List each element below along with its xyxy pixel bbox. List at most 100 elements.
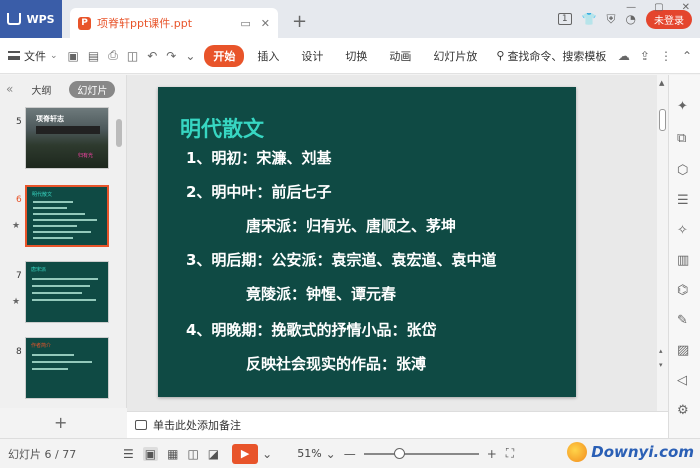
thumb-number: 8: [16, 347, 22, 357]
sound-icon[interactable]: ◁: [677, 373, 687, 388]
tool-icon[interactable]: ⚙: [677, 403, 689, 418]
slide-line[interactable]: 唐宋派：归有光、唐顺之、茅坤: [246, 215, 456, 236]
list-view-icon[interactable]: ☰: [123, 447, 134, 461]
monitor-icon[interactable]: ▭: [240, 17, 250, 30]
magic-icon[interactable]: ✎: [677, 313, 688, 328]
play-options-icon[interactable]: ⌄: [262, 447, 272, 461]
image-icon[interactable]: ▨: [677, 343, 689, 358]
watermark-logo-icon: [567, 442, 588, 462]
tab-home[interactable]: 开始: [204, 44, 245, 67]
thumb-text-line: [32, 368, 68, 370]
thumb-text-line: [33, 231, 91, 233]
more-icon[interactable]: ⋮: [660, 49, 672, 63]
thumb-text-line: [33, 225, 77, 227]
fit-window-icon[interactable]: ⛶: [506, 446, 514, 461]
network-icon[interactable]: ⌬: [677, 283, 688, 298]
reading-view-icon[interactable]: ◫: [187, 447, 198, 461]
slide-thumbnail-selected[interactable]: 6 ★ 明代散文: [0, 185, 116, 253]
close-window-icon[interactable]: ✕: [682, 2, 690, 13]
star-icon: ★: [12, 297, 21, 307]
slide-line[interactable]: 竟陵派：钟惺、谭元春: [246, 283, 396, 304]
redo-icon[interactable]: ↷: [166, 49, 176, 63]
wps-home-tab[interactable]: WPS: [0, 0, 62, 38]
tab-design[interactable]: 设计: [292, 45, 332, 67]
slide-line[interactable]: 2、明中叶：前后七子: [186, 181, 331, 202]
maximize-icon[interactable]: ▢: [654, 2, 663, 13]
tab-insert[interactable]: 插入: [248, 45, 288, 67]
watermark: Downyi.com: [567, 442, 694, 462]
slide-line[interactable]: 1、明初：宋濂、刘基: [186, 147, 331, 168]
zoom-slider[interactable]: [363, 447, 479, 459]
tab-animation[interactable]: 动画: [380, 45, 420, 67]
current-slide[interactable]: 明代散文 1、明初：宋濂、刘基 2、明中叶：前后七子 唐宋派：归有光、唐顺之、茅…: [158, 87, 576, 397]
thumb-text-line: [32, 278, 98, 280]
collapse-panel-icon[interactable]: «: [6, 82, 13, 96]
cloud-icon[interactable]: ☁: [618, 49, 630, 63]
window-controls: — ▢ ✕: [626, 2, 690, 13]
save-icon[interactable]: ▣: [68, 49, 79, 63]
tab-outline[interactable]: 大纲: [23, 81, 59, 98]
ppt-file-icon: P: [78, 16, 91, 30]
print-preview-icon[interactable]: ◫: [127, 49, 138, 63]
thumb-title: 唐宋派: [31, 267, 47, 273]
quick-access-chevron-icon[interactable]: ⌄: [185, 49, 195, 63]
zoom-options-icon[interactable]: ⌄: [326, 447, 336, 461]
slide-line[interactable]: 4、明晚期：挽歌式的抒情小品：张岱: [186, 319, 436, 340]
share-icon[interactable]: ⇪: [640, 49, 650, 63]
document-tab[interactable]: P 项脊轩ppt课件.ppt ▭ ✕: [70, 8, 278, 38]
slide-line[interactable]: 3、明后期：公安派：袁宗道、袁宏道、袁中道: [186, 249, 496, 270]
zoom-level[interactable]: 51%: [297, 447, 321, 460]
document-icon[interactable]: ▥: [677, 253, 689, 268]
tab-transition[interactable]: 切换: [336, 45, 376, 67]
menu-right-tools: ☁ ⇪ ⋮ ⌃: [618, 49, 692, 63]
add-slide-button[interactable]: +: [54, 413, 67, 432]
thumbnail-scrollbar[interactable]: [116, 119, 122, 147]
normal-view-icon[interactable]: ▣: [142, 446, 159, 461]
thumb-preview: 明代散文: [25, 185, 109, 247]
slide-thumbnail[interactable]: 5 项脊轩志 归有光: [0, 107, 116, 175]
app-name: WPS: [26, 12, 55, 26]
canvas-scroll-thumb[interactable]: [659, 109, 666, 131]
canvas-scrollbar[interactable]: ▲ ▴ ▾: [657, 75, 668, 411]
scroll-down-icon[interactable]: ▾: [659, 361, 663, 369]
tab-slideshow[interactable]: 幻灯片放: [424, 45, 486, 67]
copy-icon[interactable]: ⧉: [677, 131, 686, 146]
slide-thumbnail[interactable]: 7 ★ 唐宋派: [0, 261, 116, 329]
notes-placeholder: 单击此处添加备注: [153, 419, 241, 432]
command-search[interactable]: ⚲ 查找命令、搜索模板: [496, 48, 606, 64]
collapse-ribbon-icon[interactable]: ⌃: [682, 49, 692, 63]
bell-icon[interactable]: ◔: [626, 12, 636, 26]
thumb-title: 明代散文: [32, 192, 53, 198]
shield-icon[interactable]: ⛨: [607, 12, 616, 27]
right-toolbar: ✦ ⧉ ⬡ ☰ ✧ ▥ ⌬ ✎ ▨ ◁ ⚙: [668, 75, 700, 438]
print-icon[interactable]: ⎙: [108, 48, 118, 63]
shape-icon[interactable]: ⬡: [677, 163, 688, 178]
play-slideshow-button[interactable]: ▶: [232, 443, 259, 464]
close-tab-icon[interactable]: ✕: [261, 17, 270, 30]
zoom-slider-knob[interactable]: [393, 447, 405, 459]
slide-title[interactable]: 明代散文: [180, 113, 264, 143]
watermark-text: Downyi.com: [591, 443, 694, 461]
presenter-view-icon[interactable]: ◪: [208, 447, 219, 461]
pin-icon[interactable]: ✦: [677, 99, 688, 114]
animation-icon[interactable]: ✧: [677, 223, 688, 238]
export-pdf-icon[interactable]: ▤: [88, 49, 99, 63]
shirt-icon[interactable]: 👕: [582, 12, 597, 26]
slide-canvas: 明代散文 1、明初：宋濂、刘基 2、明中叶：前后七子 唐宋派：归有光、唐顺之、茅…: [127, 75, 657, 411]
undo-icon[interactable]: ↶: [147, 49, 157, 63]
tab-slides[interactable]: 幻灯片: [69, 80, 116, 98]
slide-thumbnail[interactable]: 8 作者简介: [0, 337, 116, 405]
slide-line[interactable]: 反映社会现实的作品：张溥: [246, 353, 426, 374]
settings-icon[interactable]: ☰: [677, 193, 689, 208]
scroll-up-icon[interactable]: ▲: [659, 79, 664, 87]
zoom-out-icon[interactable]: —: [344, 447, 356, 461]
new-tab-button[interactable]: +: [292, 11, 307, 32]
zoom-in-icon[interactable]: +: [487, 447, 497, 461]
scroll-up-icon[interactable]: ▴: [659, 347, 663, 355]
grid-view-icon[interactable]: ▦: [167, 447, 178, 461]
status-bar: 幻灯片 6 / 77 ☰ ▣ ▦ ◫ ◪ ▶ ⌄ 51% ⌄ — + ⛶ Dow…: [0, 438, 700, 468]
minimize-icon[interactable]: —: [626, 2, 636, 13]
window-count-badge[interactable]: 1: [557, 13, 572, 25]
file-menu[interactable]: 文件 ⌄: [8, 48, 58, 64]
notes-bar[interactable]: 单击此处添加备注: [127, 411, 668, 438]
